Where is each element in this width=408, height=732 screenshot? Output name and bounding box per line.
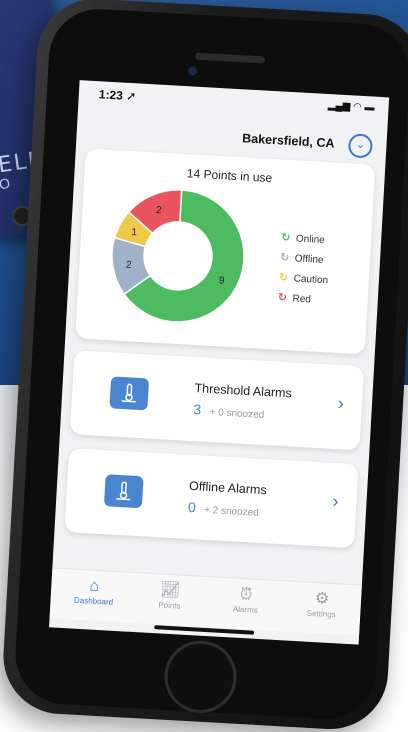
alarm-summary: 3 + 0 snoozed [193, 401, 265, 423]
chevron-right-icon[interactable]: › [337, 393, 344, 414]
chevron-right-icon[interactable]: › [332, 491, 339, 512]
thermometer-icon [109, 376, 150, 411]
tab-label: Dashboard [73, 595, 114, 607]
legend-item-online: ↻ Online [281, 228, 331, 251]
home-icon: ⌂ [89, 577, 100, 596]
chart-icon: 📈︎ [159, 581, 181, 600]
tab-label: Settings [306, 608, 336, 620]
gear-icon: ⚙ [314, 590, 330, 608]
app-screen: 1:23 ➚ ▂▄▆ ◠ ▬ Bakersfield, CA ⌄ 14 Poin… [49, 80, 390, 645]
tab-alarms[interactable]: ⏰︎ Alarms [210, 583, 282, 616]
donut-value-label: 2 [126, 260, 133, 271]
legend-item-offline: ↻ Offline [279, 248, 329, 271]
tab-label: Points [158, 600, 181, 611]
points-donut-chart: 9 2 1 2 [111, 189, 245, 323]
legend-label: Online [295, 233, 326, 247]
location-title: Bakersfield, CA [241, 131, 335, 151]
legend-item-caution: ↻ Caution [278, 268, 329, 291]
home-button[interactable] [162, 638, 239, 715]
camera-icon [188, 66, 198, 76]
tab-bar: ⌂ Dashboard 📈︎ Points ⏰︎ Alarms ⚙ Settin… [49, 567, 362, 636]
tab-dashboard[interactable]: ⌂ Dashboard [58, 575, 130, 608]
donut-value-label: 9 [219, 275, 226, 286]
thermometer-icon [103, 474, 144, 509]
tab-label: Alarms [232, 604, 259, 615]
status-time: 1:23 ➚ [98, 87, 137, 104]
refresh-icon: ↻ [277, 291, 288, 305]
phone-speaker [194, 52, 266, 64]
refresh-icon: ↻ [280, 231, 291, 245]
refresh-icon: ↻ [279, 251, 290, 265]
phone-frame: 1:23 ➚ ▂▄▆ ◠ ▬ Bakersfield, CA ⌄ 14 Poin… [0, 0, 408, 732]
alarm-snoozed: + 0 snoozed [209, 406, 265, 421]
chevron-down-circle-icon[interactable]: ⌄ [347, 133, 374, 159]
alarm-count: 3 [193, 401, 202, 418]
legend-label: Caution [293, 273, 329, 287]
phone-bezel: 1:23 ➚ ▂▄▆ ◠ ▬ Bakersfield, CA ⌄ 14 Poin… [12, 6, 408, 722]
offline-alarms-card[interactable]: Offline Alarms 0 + 2 snoozed › [64, 448, 359, 549]
device-sublabel: JO [0, 174, 11, 194]
alarm-title: Offline Alarms [188, 478, 268, 498]
points-chart-card: 14 Points in use 9212 ↻ Online ↻ Offline… [75, 148, 376, 355]
alarm-count: 0 [187, 498, 197, 516]
chart-legend: ↻ Online ↻ Offline ↻ Caution ↻ Red [277, 228, 331, 311]
refresh-icon: ↻ [278, 271, 289, 285]
tab-points[interactable]: 📈︎ Points [134, 579, 206, 612]
status-icons: ▂▄▆ ◠ ▬ [327, 100, 375, 114]
donut-value-label: 1 [131, 227, 138, 238]
alarm-clock-icon: ⏰︎ [239, 585, 253, 604]
legend-item-red: ↻ Red [277, 288, 327, 311]
legend-label: Red [292, 293, 312, 306]
donut-value-label: 2 [156, 205, 163, 216]
threshold-alarms-card[interactable]: Threshold Alarms 3 + 0 snoozed › [69, 350, 365, 451]
alarm-title: Threshold Alarms [194, 381, 293, 401]
status-bar: 1:23 ➚ ▂▄▆ ◠ ▬ [78, 80, 389, 121]
tab-settings[interactable]: ⚙ Settings [286, 588, 358, 621]
legend-label: Offline [294, 253, 324, 267]
alarm-snoozed: + 2 snoozed [203, 504, 260, 519]
alarm-summary: 0 + 2 snoozed [187, 498, 260, 521]
